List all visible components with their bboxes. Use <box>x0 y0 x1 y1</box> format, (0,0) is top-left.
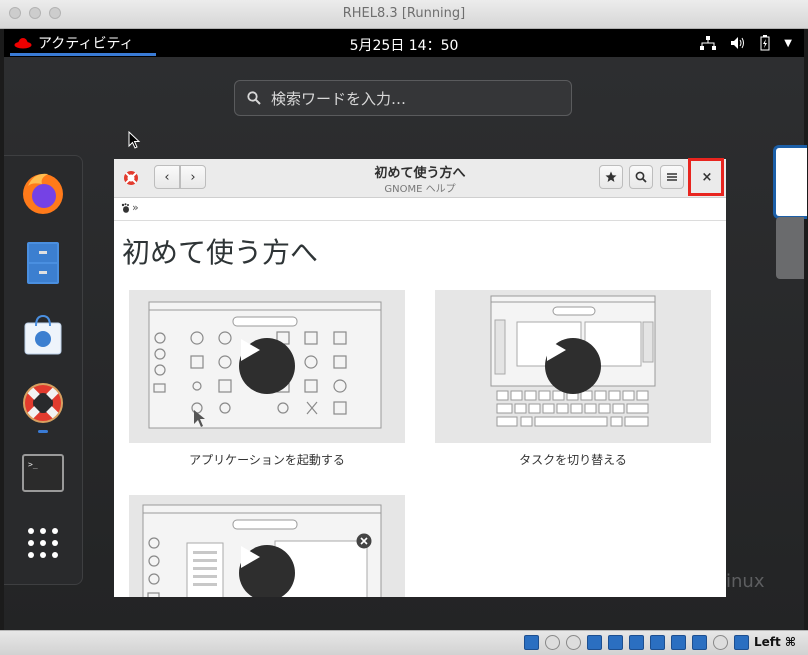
play-button[interactable] <box>545 338 601 394</box>
vm-window-title: RHEL8.3 [Running] <box>342 6 466 21</box>
star-icon <box>605 171 617 182</box>
file-cabinet-icon <box>27 242 59 284</box>
search-icon <box>635 171 647 183</box>
activities-overview: 検索ワードを入力… >_ inux ‹ › 初めて使う方へ GNOME ヘルプ … <box>4 57 807 630</box>
files-launcher[interactable] <box>20 240 66 286</box>
video-thumbnail[interactable] <box>129 495 405 597</box>
usb-icon[interactable] <box>608 635 623 650</box>
system-menu-arrow-icon: ▼ <box>784 37 792 49</box>
host-key-label: Left ⌘ <box>753 635 796 649</box>
battery-icon <box>760 35 770 51</box>
firefox-icon <box>23 173 63 214</box>
running-indicator <box>38 430 48 433</box>
mouse-integration-icon[interactable] <box>713 635 728 650</box>
play-button[interactable] <box>239 545 295 597</box>
background-watermark: inux <box>726 571 765 592</box>
find-button[interactable] <box>629 165 653 189</box>
network-icon <box>700 36 717 50</box>
system-tray[interactable]: ▼ <box>700 35 792 51</box>
shared-folders-icon[interactable] <box>629 635 644 650</box>
video-thumbnail[interactable] <box>129 290 405 443</box>
app-grid-icon <box>28 528 58 558</box>
vbox-status-bar: Left ⌘ <box>0 630 808 655</box>
play-icon <box>241 546 260 568</box>
display-icon[interactable] <box>650 635 665 650</box>
video-thumbnail[interactable] <box>435 290 711 443</box>
clock[interactable]: 5月25日 14：50 <box>4 35 804 55</box>
dash-dock: >_ <box>4 155 83 585</box>
close-button-highlight <box>688 158 724 196</box>
menu-button[interactable] <box>660 165 684 189</box>
cpu-icon[interactable] <box>692 635 707 650</box>
search-input[interactable]: 検索ワードを入力… <box>234 80 572 116</box>
play-icon <box>547 339 566 361</box>
keyboard-capture-icon[interactable] <box>734 635 749 650</box>
breadcrumb: » <box>114 198 726 221</box>
bookmark-button[interactable] <box>599 165 623 189</box>
audio-icon[interactable] <box>566 635 581 650</box>
search-icon <box>247 91 261 105</box>
hard-disk-icon[interactable] <box>524 635 539 650</box>
close-icon <box>356 533 372 549</box>
play-button[interactable] <box>239 338 295 394</box>
terminal-launcher[interactable]: >_ <box>20 450 66 496</box>
optical-drive-icon[interactable] <box>545 635 560 650</box>
lifebuoy-icon <box>23 383 63 423</box>
svg-text:>_: >_ <box>28 460 38 469</box>
mouse-cursor-icon <box>128 131 141 149</box>
software-launcher[interactable] <box>20 312 66 358</box>
play-icon <box>241 339 260 361</box>
volume-icon <box>731 37 745 49</box>
status-icons <box>524 635 749 650</box>
help-window-headerbar: ‹ › 初めて使う方へ GNOME ヘルプ × <box>114 159 726 198</box>
firefox-launcher[interactable] <box>20 170 66 216</box>
workspace-thumbnail-2[interactable] <box>776 217 804 279</box>
vm-window-titlebar: RHEL8.3 [Running] <box>0 0 808 29</box>
network-adapter-icon[interactable] <box>587 635 602 650</box>
workspace-thumbnail-1[interactable] <box>773 145 807 219</box>
shopping-bag-icon <box>24 314 62 355</box>
gnome-foot-icon[interactable] <box>121 203 130 213</box>
gnome-top-bar: アクティビティ 5月25日 14：50 ▼ <box>4 29 804 57</box>
video-caption: アプリケーションを起動する <box>189 453 345 467</box>
show-applications-button[interactable] <box>20 520 66 566</box>
page-heading: 初めて使う方へ <box>122 236 319 269</box>
video-caption: タスクを切り替える <box>519 453 627 467</box>
search-placeholder: 検索ワードを入力… <box>271 89 407 108</box>
hamburger-menu-icon <box>667 173 677 181</box>
breadcrumb-separator: » <box>132 201 139 214</box>
recording-icon[interactable] <box>671 635 686 650</box>
help-launcher[interactable] <box>20 380 66 426</box>
terminal-icon: >_ <box>22 454 64 492</box>
help-window[interactable]: ‹ › 初めて使う方へ GNOME ヘルプ × » 初めて使う方へ アプリケーシ… <box>114 159 726 597</box>
